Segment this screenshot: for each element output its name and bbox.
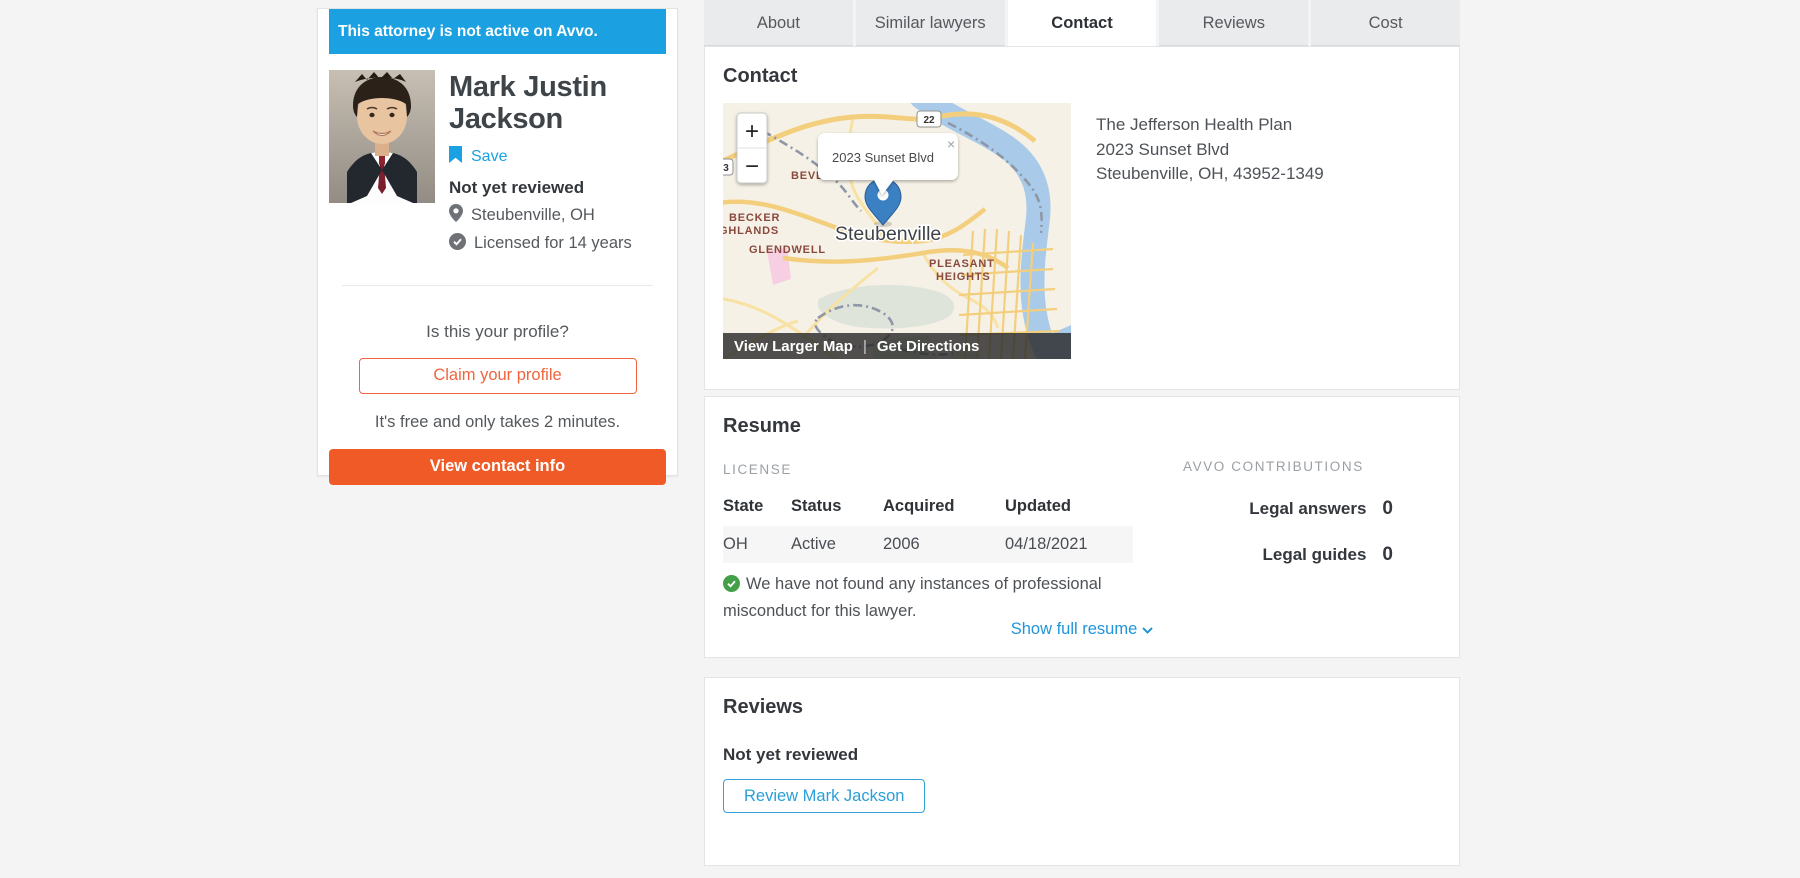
profile-tabs: About Similar lawyers Contact Reviews Co… bbox=[704, 0, 1460, 46]
attorney-photo bbox=[329, 70, 435, 203]
view-larger-map-link[interactable]: View Larger Map bbox=[734, 338, 853, 355]
attorney-summary-info: Mark Justin Jackson Save Not yet reviewe… bbox=[449, 70, 654, 255]
map-popup-label: 2023 Sunset Blvd bbox=[832, 150, 934, 165]
address-line-2: 2023 Sunset Blvd bbox=[1096, 139, 1230, 159]
check-circle-icon bbox=[449, 232, 466, 255]
attorney-name: Mark Justin Jackson bbox=[449, 71, 607, 135]
green-check-icon bbox=[723, 575, 740, 600]
save-button[interactable]: Save bbox=[449, 145, 654, 168]
map-label-becker: BECKER bbox=[729, 212, 780, 224]
resume-section: Resume LICENSE State Status Acquired Upd… bbox=[704, 396, 1460, 658]
map-canvas: 22 3 BEVERLY HILLS BECKER GHLANDS GLENDW… bbox=[710, 85, 1071, 373]
license-col-acquired: Acquired bbox=[883, 497, 955, 515]
tab-cost[interactable]: Cost bbox=[1311, 0, 1460, 46]
svg-text:3: 3 bbox=[723, 163, 729, 174]
review-attorney-button[interactable]: Review Mark Jackson bbox=[723, 779, 926, 813]
main-column: About Similar lawyers Contact Reviews Co… bbox=[704, 0, 1460, 866]
show-full-resume-label: Show full resume bbox=[1010, 620, 1138, 638]
tab-similar-lawyers[interactable]: Similar lawyers bbox=[855, 0, 1005, 46]
map-footer: View Larger Map | Get Directions bbox=[723, 333, 1071, 359]
contributions-heading: AVVO CONTRIBUTIONS bbox=[1183, 459, 1364, 474]
misconduct-text: We have not found any instances of profe… bbox=[723, 575, 1102, 620]
location-pin-icon bbox=[449, 203, 463, 227]
claim-profile-button[interactable]: Claim your profile bbox=[358, 357, 637, 394]
profile-summary: Mark Justin Jackson Save Not yet reviewe… bbox=[318, 54, 677, 255]
reviews-heading: Reviews bbox=[723, 696, 804, 718]
legal-guides-row: Legal guides 0 bbox=[1183, 544, 1415, 566]
license-row: OH Active 2006 04/18/2021 bbox=[723, 526, 1133, 563]
popup-close-icon[interactable]: × bbox=[947, 136, 955, 152]
office-address: The Jefferson Health Plan 2023 Sunset Bl… bbox=[1096, 113, 1324, 187]
claim-note: It's free and only takes 2 minutes. bbox=[374, 412, 621, 431]
license-col-updated: Updated bbox=[1005, 497, 1071, 515]
claim-prompt: Is this your profile? bbox=[426, 321, 569, 341]
inactive-banner-text: This attorney is not active on Avvo. bbox=[338, 22, 598, 40]
map-label-heights: HEIGHTS bbox=[936, 271, 991, 283]
licensed-row: Licensed for 14 years bbox=[449, 232, 654, 255]
bookmark-icon bbox=[449, 145, 462, 168]
card-divider bbox=[342, 284, 653, 286]
inactive-banner: This attorney is not active on Avvo. bbox=[329, 9, 666, 54]
license-updated: 04/18/2021 bbox=[1005, 526, 1133, 563]
map-label-glendwell: GLENDWELL bbox=[749, 244, 826, 256]
location-row: Steubenville, OH bbox=[449, 203, 654, 227]
address-line-3: Steubenville, OH, 43952-1349 bbox=[1096, 164, 1324, 183]
map[interactable]: 22 3 BEVERLY HILLS BECKER GHLANDS GLENDW… bbox=[710, 85, 1071, 373]
review-status: Not yet reviewed bbox=[449, 177, 585, 197]
license-col-state: State bbox=[723, 497, 764, 515]
chevron-down-icon bbox=[1142, 627, 1153, 634]
license-col-status: Status bbox=[791, 497, 842, 515]
zoom-in-button[interactable]: + bbox=[745, 118, 759, 145]
map-label-pleasant: PLEASANT bbox=[929, 258, 995, 270]
tab-contact[interactable]: Contact bbox=[1007, 0, 1157, 46]
location-text: Steubenville, OH bbox=[471, 205, 595, 224]
zoom-out-button[interactable]: − bbox=[745, 153, 759, 180]
attorney-profile-card: This attorney is not active on Avvo. Mar… bbox=[317, 8, 678, 485]
resume-heading: Resume bbox=[723, 415, 801, 437]
reviews-status: Not yet reviewed bbox=[723, 745, 859, 764]
legal-answers-label: Legal answers bbox=[1249, 499, 1367, 518]
license-acquired: 2006 bbox=[883, 526, 1005, 563]
get-directions-link[interactable]: Get Directions bbox=[877, 338, 980, 355]
svg-text:22: 22 bbox=[923, 115, 935, 126]
address-line-1: The Jefferson Health Plan bbox=[1096, 115, 1293, 134]
contact-heading: Contact bbox=[723, 65, 798, 87]
legal-guides-count: 0 bbox=[1382, 544, 1393, 565]
legal-guides-label: Legal guides bbox=[1262, 545, 1367, 564]
show-full-resume-link[interactable]: Show full resume bbox=[705, 620, 1459, 639]
legal-answers-row: Legal answers 0 bbox=[1183, 498, 1415, 520]
map-label-ghlands: GHLANDS bbox=[723, 225, 779, 237]
misconduct-note: We have not found any instances of profe… bbox=[723, 573, 1175, 624]
license-state: OH bbox=[723, 526, 791, 563]
avvo-contributions: AVVO CONTRIBUTIONS Legal answers 0 Legal… bbox=[1183, 459, 1415, 566]
route-shield-3: 3 bbox=[710, 158, 734, 176]
license-table: State Status Acquired Updated OH Active … bbox=[723, 489, 1133, 563]
reviews-section: Reviews Not yet reviewed Review Mark Jac… bbox=[704, 677, 1460, 866]
licensed-text: Licensed for 14 years bbox=[474, 234, 632, 253]
view-contact-info-button[interactable]: View contact info bbox=[329, 448, 666, 485]
legal-answers-count: 0 bbox=[1382, 498, 1393, 519]
tab-about[interactable]: About bbox=[704, 0, 853, 46]
map-footer-separator: | bbox=[862, 337, 867, 355]
license-status: Active bbox=[791, 526, 883, 563]
contact-section: Contact 22 3 BECKER GHLANDS GLENDWELL PL… bbox=[704, 46, 1460, 390]
tab-reviews[interactable]: Reviews bbox=[1159, 0, 1309, 46]
save-label: Save bbox=[471, 147, 508, 165]
route-shield-22: 22 bbox=[916, 110, 942, 128]
